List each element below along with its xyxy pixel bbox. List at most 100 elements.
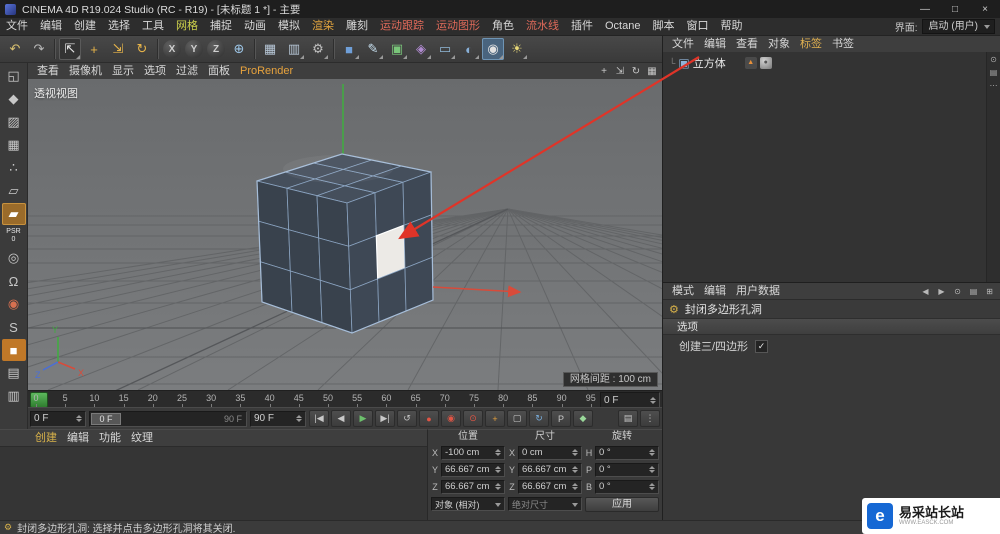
range-end-field[interactable]: 90 F <box>250 411 306 427</box>
current-frame-field[interactable]: 0 F <box>600 392 660 408</box>
keyframe-selection-button[interactable]: ⊙ <box>463 410 483 427</box>
model-mode-icon[interactable]: ◆ <box>2 88 26 110</box>
polygons-mode-icon[interactable]: ▰ <box>2 203 26 225</box>
viewport-solo-icon[interactable]: ◎ <box>2 247 26 269</box>
am-menu-userdata[interactable]: 用户数据 <box>731 284 785 299</box>
timeline-slider[interactable]: 0 F 90 F <box>89 411 247 427</box>
interface-dropdown[interactable]: 启动 (用户) <box>922 19 995 34</box>
menu-file[interactable]: 文件 <box>0 18 34 35</box>
camera-button[interactable]: ◉ <box>482 38 504 60</box>
toggle-view-icon[interactable]: ▦ <box>644 64 660 78</box>
layer-icon[interactable]: ▤ <box>2 362 26 384</box>
menu-character[interactable]: 角色 <box>486 18 520 35</box>
size-y-field[interactable]: 66.667 cm <box>518 463 582 477</box>
zoom-view-icon[interactable]: ⇲ <box>612 64 628 78</box>
floor-button[interactable]: ▭ <box>434 38 456 60</box>
am-search-icon[interactable]: ⊙ <box>951 287 964 296</box>
am-menu-edit[interactable]: 编辑 <box>699 284 731 299</box>
vp-menu-filter[interactable]: 过滤 <box>171 64 203 79</box>
om-search-icon[interactable]: ⊙ <box>990 55 997 64</box>
am-back-icon[interactable]: ◀ <box>919 287 932 296</box>
mat-menu-create[interactable]: 创建 <box>30 431 62 446</box>
timeline-ruler[interactable]: 05101520253035404550556065707580859095 0… <box>28 390 662 407</box>
points-mode-icon[interactable]: ∴ <box>2 157 26 179</box>
timeline-mode-button[interactable]: ▤ <box>618 410 638 427</box>
maximize-button[interactable]: □ <box>940 0 970 18</box>
object-label[interactable]: 立方体 <box>693 55 726 71</box>
make-editable-icon[interactable]: ◱ <box>2 65 26 87</box>
menu-pipeline[interactable]: 流水线 <box>520 18 565 35</box>
coord-mode-dropdown[interactable]: 对象 (相对) <box>431 497 505 511</box>
y-axis-lock[interactable]: Y <box>185 40 203 58</box>
menu-plugins[interactable]: 插件 <box>565 18 599 35</box>
rotate-tool[interactable]: ↻ <box>131 38 153 60</box>
am-panel-icon[interactable]: ▤ <box>967 287 980 296</box>
render-view-button[interactable]: ▦ <box>259 38 281 60</box>
subdivision-surface-button[interactable]: ▣ <box>386 38 408 60</box>
menu-edit[interactable]: 编辑 <box>34 18 68 35</box>
vp-menu-prorender[interactable]: ProRender <box>235 64 298 79</box>
spline-pen-button[interactable]: ✎ <box>362 38 384 60</box>
workplane-mode-icon[interactable]: ▦ <box>2 134 26 156</box>
om-menu-edit[interactable]: 编辑 <box>699 37 731 52</box>
size-z-field[interactable]: 66.667 cm <box>518 480 582 494</box>
menu-window[interactable]: 窗口 <box>680 18 714 35</box>
vp-menu-display[interactable]: 显示 <box>107 64 139 79</box>
timeline-slider-handle[interactable]: 0 F <box>91 413 121 425</box>
render-picture-viewer-button[interactable]: ▥ <box>283 38 305 60</box>
phong-tag-icon[interactable]: ● <box>760 57 772 69</box>
object-manager-body[interactable]: └ ▣ 立方体 ▲ ● <box>663 52 987 282</box>
mat-menu-function[interactable]: 功能 <box>94 431 126 446</box>
om-menu-bookmarks[interactable]: 书签 <box>827 37 859 52</box>
vp-menu-cameras[interactable]: 摄像机 <box>64 64 107 79</box>
menu-render[interactable]: 渲染 <box>306 18 340 35</box>
content-browser-icon[interactable]: ▥ <box>2 385 26 407</box>
am-options-icon[interactable]: ⊞ <box>983 287 996 296</box>
modeling-settings-icon[interactable]: S <box>2 316 26 338</box>
psr-axis-icon[interactable]: PSR0 <box>6 226 20 246</box>
snap-icon[interactable]: Ω <box>2 270 26 292</box>
am-menu-mode[interactable]: 模式 <box>667 284 699 299</box>
vp-menu-view[interactable]: 查看 <box>32 64 64 79</box>
light-button[interactable]: ☀ <box>506 38 528 60</box>
texture-mode-icon[interactable]: ▨ <box>2 111 26 133</box>
prev-frame-button[interactable]: ◀ <box>331 410 351 427</box>
deformer-button[interactable]: ◈ <box>410 38 432 60</box>
rotation-p-field[interactable]: 0 ° <box>595 463 659 477</box>
minimize-button[interactable]: — <box>910 0 940 18</box>
om-menu-objects[interactable]: 对象 <box>763 37 795 52</box>
range-start-field[interactable]: 0 F <box>30 411 86 427</box>
quantize-icon[interactable]: ◉ <box>2 293 26 315</box>
record-scale-toggle[interactable]: ▢ <box>507 410 527 427</box>
size-mode-drop-down[interactable]: 绝对尺寸 <box>508 497 582 511</box>
menu-mograph[interactable]: 运动图形 <box>430 18 486 35</box>
vp-menu-options[interactable]: 选项 <box>139 64 171 79</box>
record-pla-toggle[interactable]: ◆ <box>573 410 593 427</box>
menu-select[interactable]: 选择 <box>102 18 136 35</box>
am-forward-icon[interactable]: ▶ <box>935 287 948 296</box>
x-axis-lock[interactable]: X <box>163 40 181 58</box>
physical-sky-button[interactable]: ◐ <box>458 38 480 60</box>
viewport-canvas[interactable]: YXZ <box>28 79 662 390</box>
snap-toggle-icon[interactable]: ■ <box>2 339 26 361</box>
record-rotation-toggle[interactable]: ↻ <box>529 410 549 427</box>
undo-icon[interactable]: ↶ <box>4 38 26 60</box>
menu-animate[interactable]: 动画 <box>238 18 272 35</box>
menu-mesh[interactable]: 网格 <box>170 18 204 35</box>
om-menu-view[interactable]: 查看 <box>731 37 763 52</box>
menu-script[interactable]: 脚本 <box>646 18 680 35</box>
menu-simulate[interactable]: 模拟 <box>272 18 306 35</box>
timeline-scrollbar[interactable]: ⋮ <box>640 410 660 427</box>
move-tool[interactable]: + <box>83 38 105 60</box>
object-row-cube[interactable]: └ ▣ 立方体 ▲ ● <box>663 54 987 71</box>
position-x-field[interactable]: -100 cm <box>441 446 505 460</box>
render-settings-button[interactable]: ⚙ <box>307 38 329 60</box>
pan-view-icon[interactable]: + <box>596 64 612 78</box>
record-position-toggle[interactable]: + <box>485 410 505 427</box>
scale-tool[interactable]: ⇲ <box>107 38 129 60</box>
next-frame-button[interactable]: ▶| <box>375 410 395 427</box>
menu-help[interactable]: 帮助 <box>714 18 748 35</box>
loop-mode-button[interactable]: ↺ <box>397 410 417 427</box>
menu-motion-tracker[interactable]: 运动跟踪 <box>374 18 430 35</box>
menu-sculpt[interactable]: 雕刻 <box>340 18 374 35</box>
